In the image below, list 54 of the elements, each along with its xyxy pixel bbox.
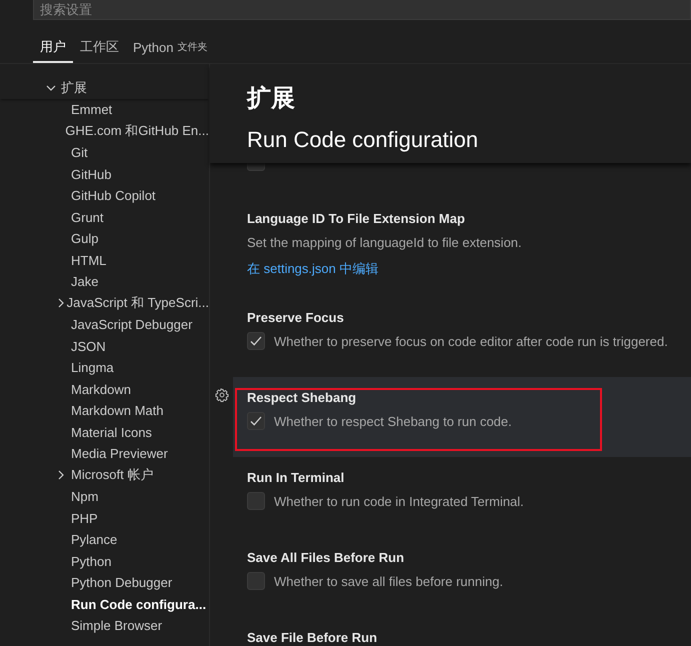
settings-tab[interactable]: Python 文件夹	[126, 33, 214, 63]
tree-item[interactable]: HTML	[71, 252, 106, 268]
setting-title: Respect Shebang	[247, 389, 358, 407]
settings-tab[interactable]: 工作区	[73, 33, 126, 63]
settings-icon[interactable]	[214, 388, 228, 402]
tree-item[interactable]: Pylance	[71, 532, 118, 548]
setting-title: Language ID To File Extension Map	[247, 210, 466, 228]
tree-item[interactable]: GitHub	[71, 166, 112, 182]
tree-item[interactable]: Python	[71, 554, 112, 569]
tree-section[interactable]: 扩展	[61, 79, 87, 97]
checkmark-icon	[249, 414, 263, 428]
category-heading: 扩展	[247, 85, 296, 113]
tree-item[interactable]: Gulp	[71, 231, 98, 246]
tree-item[interactable]: JavaScript Debugger	[71, 317, 192, 332]
section-heading: Run Code configuration	[247, 127, 480, 153]
tree-item[interactable]: Media Previewer	[71, 446, 168, 462]
setting-title: Run In Terminal	[247, 469, 346, 487]
tree-item[interactable]: GHE.com 和GitHub En...	[65, 122, 209, 140]
setting-description: Set the mapping of languageId to file extension.	[247, 234, 522, 250]
setting-description: Whether to run code in Integrated Terminal.	[274, 494, 524, 508]
setting-description: Whether to respect Shebang to run code.	[274, 414, 512, 428]
tree-item[interactable]: Grunt	[71, 210, 104, 225]
checkmark-icon	[249, 334, 263, 348]
tree-item[interactable]: Python Debugger	[71, 575, 172, 590]
tree-item[interactable]: JavaScript 和 TypeScri...	[66, 294, 209, 312]
tree-item[interactable]: Markdown Math	[71, 403, 164, 418]
tree-item[interactable]: GitHub Copilot	[71, 188, 156, 204]
chevron-right-icon[interactable]	[56, 298, 66, 308]
tree-item[interactable]: Git	[71, 145, 88, 160]
tree-item[interactable]: Simple Browser	[71, 618, 162, 634]
settings-tab[interactable]: 用户	[33, 33, 73, 63]
checkbox[interactable]	[247, 412, 265, 430]
checkbox[interactable]	[247, 332, 265, 350]
edit-in-settings-link[interactable]: 在 settings.json 中编辑	[247, 259, 378, 279]
checkbox[interactable]	[247, 572, 265, 590]
tree-item[interactable]: Lingma	[71, 360, 114, 376]
setting-title: Preserve Focus	[247, 309, 345, 327]
chevron-right-icon[interactable]	[56, 470, 66, 480]
tree-item[interactable]: Jake	[71, 274, 98, 290]
tree-item[interactable]: Emmet	[71, 102, 112, 118]
tree-item[interactable]: Markdown	[71, 382, 131, 397]
setting-description: Whether to save all files before running.	[274, 574, 504, 588]
tree-item[interactable]: Microsoft 帐户	[71, 466, 154, 484]
tree-item[interactable]: JSON	[71, 338, 106, 354]
search-field[interactable]: 搜索设置	[33, 0, 691, 20]
setting-title: Save File Before Run	[247, 629, 378, 646]
tree-item[interactable]: Run Code configura...	[71, 596, 206, 612]
tree-item[interactable]: Material Icons	[71, 424, 152, 440]
chevron-down-icon[interactable]	[46, 83, 56, 93]
setting-title: Save All Files Before Run	[247, 549, 406, 567]
checkbox[interactable]	[247, 492, 265, 510]
tree-item[interactable]: Npm	[71, 489, 98, 504]
tree-item[interactable]: PHP	[71, 510, 98, 526]
setting-description: Whether to preserve focus on code editor after code run is triggered.	[274, 334, 668, 348]
